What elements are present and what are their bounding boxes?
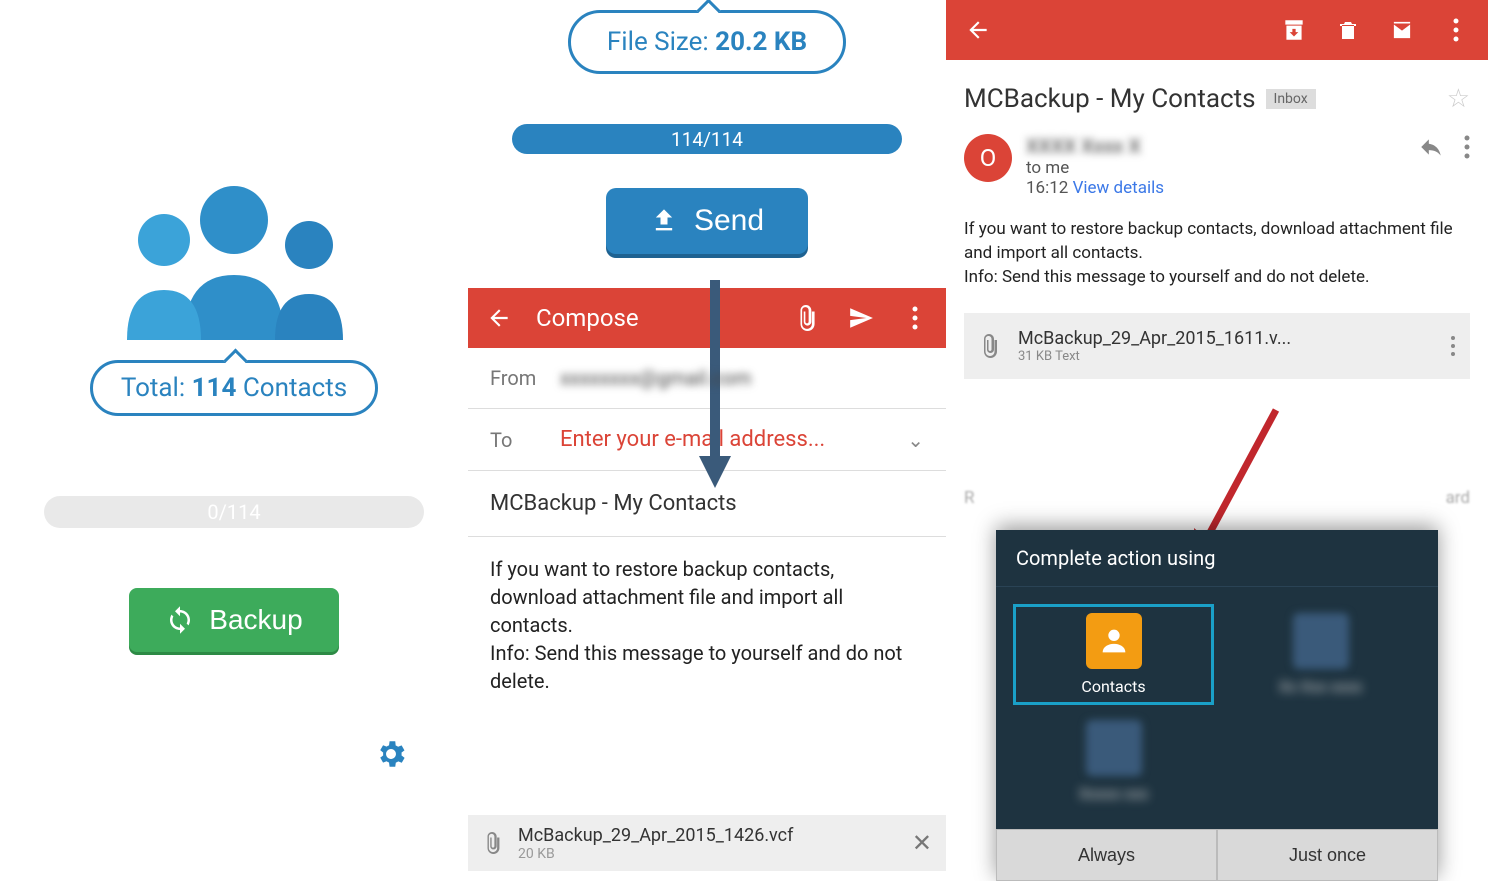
to-me: to me: [1026, 158, 1164, 178]
chooser-option-empty: [1217, 708, 1424, 815]
refresh-icon: [165, 605, 195, 635]
progress-text: 0/114: [207, 500, 260, 524]
mail-attachment-name: McBackup_29_Apr_2015_1611.v...: [1018, 328, 1291, 349]
from-value: xxxxxxxx@gmail.com: [560, 366, 751, 390]
mail-subject: MCBackup - My Contacts: [964, 84, 1256, 114]
settings-gear-icon[interactable]: [374, 737, 408, 771]
obscured-row: Rard: [964, 488, 1470, 508]
overflow-icon[interactable]: [1434, 17, 1478, 43]
filesize-value: 20.2 KB: [715, 27, 807, 57]
total-label: Total:: [121, 373, 192, 403]
contacts-group-icon: [109, 180, 359, 340]
view-details-link[interactable]: View details: [1073, 178, 1164, 198]
paperclip-icon: [482, 832, 504, 854]
blurred-app-icon: [1293, 613, 1349, 669]
attachment-overflow-icon[interactable]: [1450, 335, 1456, 357]
compose-title: Compose: [536, 304, 770, 332]
mail-icon[interactable]: [1380, 17, 1424, 43]
reply-icon[interactable]: [1418, 134, 1444, 160]
blurred-label: Xxxxx xxx: [1079, 784, 1149, 803]
attach-icon[interactable]: [790, 305, 824, 331]
back-icon[interactable]: [482, 305, 516, 331]
filesize-bubble: File Size: 20.2 KB: [568, 10, 846, 74]
overflow-icon[interactable]: [1464, 134, 1470, 160]
contacts-app-icon: [1086, 613, 1142, 669]
total-contacts-bubble: Total: 114 Contacts: [90, 360, 378, 416]
backup-progress-bar: 0/114: [44, 496, 424, 528]
paperclip-icon: [978, 334, 1002, 358]
attachment-size: 20 KB: [518, 846, 793, 862]
chooser-option-blurred-2[interactable]: Xxxxx xxx: [1010, 708, 1217, 815]
filesize-label: File Size:: [607, 27, 715, 57]
delete-icon[interactable]: [1326, 18, 1370, 42]
total-count: 114: [192, 373, 237, 403]
always-button[interactable]: Always: [996, 829, 1217, 881]
open-with-dialog: Complete action using Contacts Xx Xxx xx…: [996, 530, 1438, 881]
upload-icon: [650, 207, 678, 235]
remove-attachment-icon[interactable]: ✕: [912, 829, 932, 857]
attachment-chip[interactable]: McBackup_29_Apr_2015_1426.vcf 20 KB ✕: [468, 815, 946, 871]
mail-attachment-meta: 31 KB Text: [1018, 349, 1291, 364]
panel-send-compose: File Size: 20.2 KB 114/114 Send Compose …: [468, 0, 946, 881]
to-label: To: [490, 428, 560, 452]
export-progress-bar: 114/114: [512, 124, 902, 154]
archive-icon[interactable]: [1272, 17, 1316, 43]
compose-body[interactable]: If you want to restore backup contacts, …: [468, 537, 946, 713]
blurred-label: Xx Xxx xxxx: [1279, 677, 1363, 696]
panel-gmail-view: MCBackup - My Contacts Inbox ☆ O XXXX Xx…: [946, 0, 1488, 881]
to-placeholder: Enter your e-mail address...: [560, 427, 907, 452]
back-icon[interactable]: [956, 17, 1000, 43]
to-field[interactable]: To Enter your e-mail address... ⌄: [468, 409, 946, 471]
compose-toolbar: Compose: [468, 288, 946, 348]
send-label: Send: [694, 204, 764, 238]
just-once-button[interactable]: Just once: [1217, 829, 1438, 881]
backup-label: Backup: [209, 604, 302, 636]
chooser-option-blurred-1[interactable]: Xx Xxx xxxx: [1217, 601, 1424, 708]
mail-attachment-card[interactable]: McBackup_29_Apr_2015_1611.v... 31 KB Tex…: [964, 313, 1470, 379]
send-button[interactable]: Send: [606, 188, 808, 254]
sender-row[interactable]: O XXXX Xxxx X to me 16:12 View details: [946, 124, 1488, 208]
attachment-name: McBackup_29_Apr_2015_1426.vcf: [518, 825, 793, 846]
chooser-contacts-label: Contacts: [1081, 677, 1145, 696]
chooser-option-contacts[interactable]: Contacts: [1010, 601, 1217, 708]
panel-backup-app: Total: 114 Contacts 0/114 Backup: [0, 0, 468, 881]
mail-time: 16:12: [1026, 178, 1068, 198]
total-suffix: Contacts: [236, 373, 347, 403]
chevron-down-icon[interactable]: ⌄: [907, 428, 924, 452]
inbox-chip: Inbox: [1266, 89, 1316, 109]
from-field[interactable]: From xxxxxxxx@gmail.com: [468, 348, 946, 409]
chooser-title: Complete action using: [996, 530, 1438, 587]
sender-name: XXXX Xxxx X: [1026, 134, 1164, 158]
gmail-toolbar: [946, 0, 1488, 60]
subject-field[interactable]: MCBackup - My Contacts: [468, 471, 946, 537]
blurred-app-icon: [1086, 720, 1142, 776]
export-progress-text: 114/114: [671, 128, 743, 151]
mail-body: If you want to restore backup contacts, …: [946, 208, 1488, 299]
overflow-icon[interactable]: [898, 305, 932, 331]
sender-avatar: O: [964, 134, 1012, 182]
send-icon[interactable]: [844, 305, 878, 331]
star-icon[interactable]: ☆: [1447, 84, 1470, 114]
backup-button[interactable]: Backup: [129, 588, 338, 652]
mail-subject-row: MCBackup - My Contacts Inbox ☆: [946, 60, 1488, 124]
from-label: From: [490, 366, 560, 390]
